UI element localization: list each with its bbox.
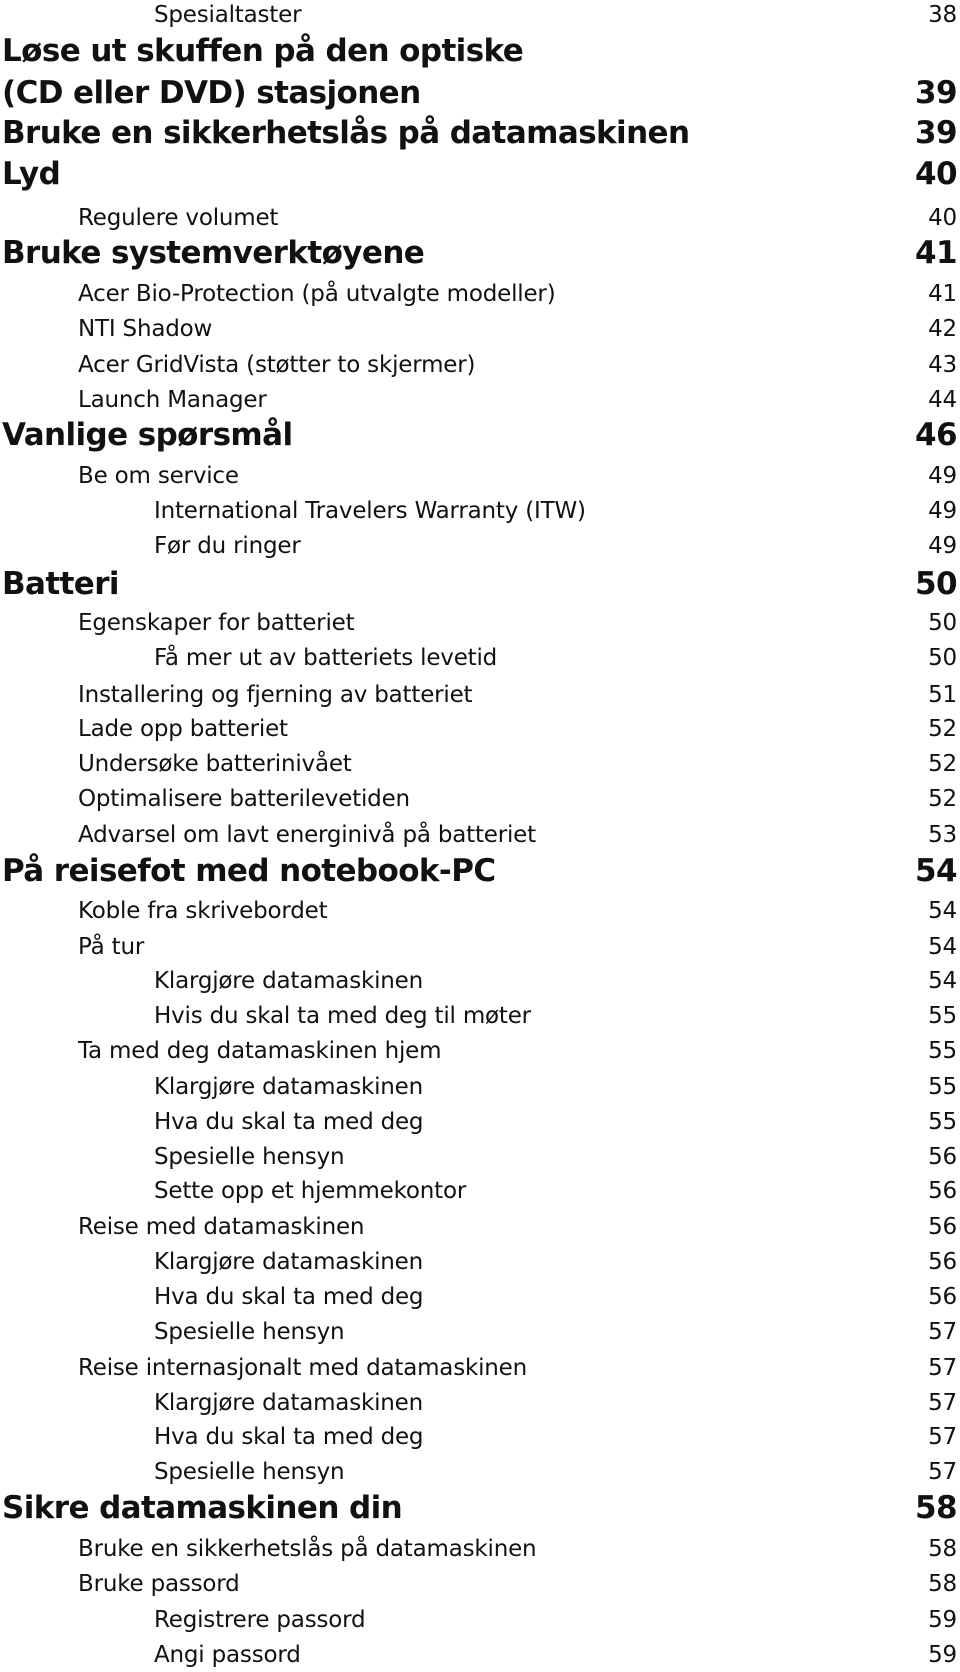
toc-entry-title: Regulere volumet xyxy=(78,205,279,231)
toc-entry-title: Før du ringer xyxy=(154,533,301,559)
toc-entry-page-number: 51 xyxy=(928,682,957,708)
toc-entry-page-number: 57 xyxy=(928,1319,957,1345)
toc-entry-title: Bruke en sikkerhetslås på datamaskinen xyxy=(2,115,690,151)
toc-entry-page-number: 50 xyxy=(928,610,957,636)
toc-entry-page-number: 41 xyxy=(915,235,958,271)
toc-entry-page-number: 56 xyxy=(928,1214,957,1240)
toc-entry-title: Optimalisere batterilevetiden xyxy=(78,786,410,812)
toc-entry-title: Reise internasjonalt med datamaskinen xyxy=(78,1355,527,1381)
toc-entry-title: Sette opp et hjemmekontor xyxy=(154,1178,467,1204)
toc-entry-page-number: 54 xyxy=(928,898,957,924)
toc-entry-title: Batteri xyxy=(2,566,120,602)
toc-entry-page-number: 49 xyxy=(928,533,957,559)
toc-entry-page-number: 55 xyxy=(928,1109,957,1135)
toc-entry-title: Angi passord xyxy=(154,1642,301,1668)
toc-entry-title: Hva du skal ta med deg xyxy=(154,1109,424,1135)
toc-entry-title: Spesialtaster xyxy=(154,2,302,28)
toc-entry-title: Sikre datamaskinen din xyxy=(2,1490,403,1526)
toc-entry-title: Få mer ut av batteriets levetid xyxy=(154,645,498,671)
toc-entry-title: Hva du skal ta med deg xyxy=(154,1284,424,1310)
toc-entry-title: Bruke systemverktøyene xyxy=(2,235,425,271)
toc-entry-page-number: 59 xyxy=(928,1607,957,1633)
toc-entry-page-number: 52 xyxy=(928,751,957,777)
toc-entry-page-number: 56 xyxy=(928,1144,957,1170)
toc-entry-page-number: 59 xyxy=(928,1642,957,1668)
toc-entry-page-number: 55 xyxy=(928,1074,957,1100)
toc-entry-title: Hvis du skal ta med deg til møter xyxy=(154,1003,531,1029)
toc-entry-page-number: 52 xyxy=(928,716,957,742)
toc-entry-title: Advarsel om lavt energinivå på batteriet xyxy=(78,822,536,848)
toc-entry-title: (CD eller DVD) stasjonen xyxy=(2,75,421,111)
toc-entry-title: Løse ut skuffen på den optiske xyxy=(2,33,524,69)
toc-entry-title: Klargjøre datamaskinen xyxy=(154,968,423,994)
toc-entry-title: Egenskaper for batteriet xyxy=(78,610,355,636)
toc-entry-page-number: 55 xyxy=(928,1003,957,1029)
toc-entry-title: På reisefot med notebook-PC xyxy=(2,853,496,889)
toc-entry-title: Spesielle hensyn xyxy=(154,1319,345,1345)
toc-entry-title: Reise med datamaskinen xyxy=(78,1214,365,1240)
toc-entry-title: Installering og fjerning av batteriet xyxy=(78,682,473,708)
toc-entry-page-number: 58 xyxy=(928,1536,957,1562)
toc-entry-title: Lyd xyxy=(2,156,61,192)
toc-entry-page-number: 56 xyxy=(928,1284,957,1310)
toc-entry-page-number: 46 xyxy=(915,417,958,453)
toc-entry-title: Ta med deg datamaskinen hjem xyxy=(78,1038,442,1064)
toc-entry-title: Spesielle hensyn xyxy=(154,1459,345,1485)
toc-entry-title: International Travelers Warranty (ITW) xyxy=(154,498,586,524)
toc-entry-page-number: 55 xyxy=(928,1038,957,1064)
toc-entry-title: Registrere passord xyxy=(154,1607,366,1633)
toc-entry-title: Klargjøre datamaskinen xyxy=(154,1249,423,1275)
toc-entry-page-number: 41 xyxy=(928,281,957,307)
toc-entry-page-number: 43 xyxy=(928,352,957,378)
toc-entry-page-number: 57 xyxy=(928,1390,957,1416)
toc-entry-title: Lade opp batteriet xyxy=(78,716,288,742)
toc-entry-title: NTI Shadow xyxy=(78,316,213,342)
toc-entry-page-number: 53 xyxy=(928,822,957,848)
toc-entry-title: På tur xyxy=(78,934,145,960)
toc-entry-page-number: 49 xyxy=(928,463,957,489)
toc-entry-page-number: 38 xyxy=(928,2,957,28)
toc-entry-page-number: 40 xyxy=(928,205,957,231)
toc-entry-title: Bruke passord xyxy=(78,1571,240,1597)
toc-entry-page-number: 56 xyxy=(928,1178,957,1204)
toc-entry-title: Hva du skal ta med deg xyxy=(154,1424,424,1450)
table-of-contents: Spesialtaster 38 Løse ut skuffen på den op… xyxy=(0,0,960,1672)
toc-entry-title: Undersøke batterinivået xyxy=(78,751,352,777)
toc-entry-page-number: 57 xyxy=(928,1459,957,1485)
toc-entry-page-number: 50 xyxy=(915,566,958,602)
toc-entry-title: Klargjøre datamaskinen xyxy=(154,1390,423,1416)
toc-entry-title: Klargjøre datamaskinen xyxy=(154,1074,423,1100)
toc-entry-title: Be om service xyxy=(78,463,239,489)
toc-entry-title: Vanlige spørsmål xyxy=(2,417,293,453)
toc-entry-title: Launch Manager xyxy=(78,387,267,413)
toc-entry-page-number: 44 xyxy=(928,387,957,413)
toc-entry-title: Koble fra skrivebordet xyxy=(78,898,328,924)
toc-entry-page-number: 57 xyxy=(928,1355,957,1381)
toc-entry-title: Spesielle hensyn xyxy=(154,1144,345,1170)
toc-entry-page-number: 54 xyxy=(928,968,957,994)
toc-entry-page-number: 56 xyxy=(928,1249,957,1275)
toc-entry-title: Acer GridVista (støtter to skjermer) xyxy=(78,352,476,378)
toc-entry-page-number: 58 xyxy=(928,1571,957,1597)
toc-entry-title: Bruke en sikkerhetslås på datamaskinen xyxy=(78,1536,537,1562)
toc-entry-page-number: 54 xyxy=(928,934,957,960)
toc-entry-page-number: 54 xyxy=(915,853,958,889)
toc-entry-page-number: 49 xyxy=(928,498,957,524)
toc-entry-title: Acer Bio-Protection (på utvalgte modelle… xyxy=(78,281,556,307)
toc-entry-page-number: 50 xyxy=(928,645,957,671)
toc-entry-page-number: 52 xyxy=(928,786,957,812)
toc-entry-page-number: 58 xyxy=(915,1490,958,1526)
toc-entry-page-number: 40 xyxy=(915,156,958,192)
toc-entry-page-number: 39 xyxy=(915,75,958,111)
toc-entry-page-number: 42 xyxy=(928,316,957,342)
toc-entry-page-number: 39 xyxy=(915,115,958,151)
toc-entry-page-number: 57 xyxy=(928,1424,957,1450)
